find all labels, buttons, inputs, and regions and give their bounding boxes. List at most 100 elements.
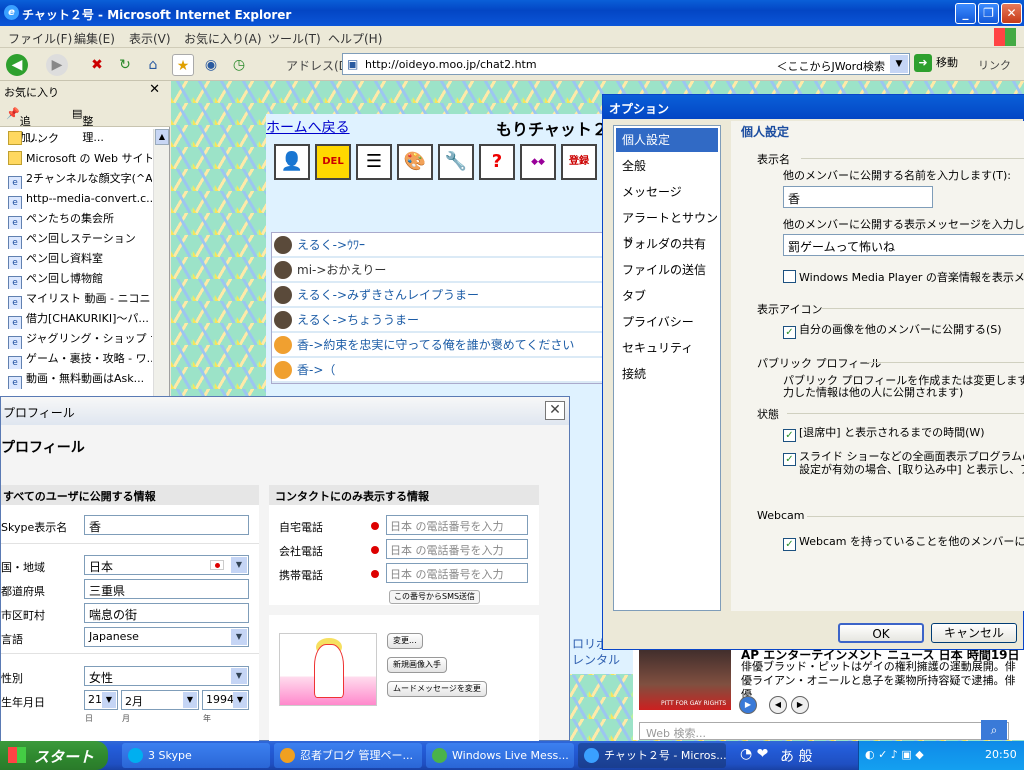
close-button[interactable]: ✕ [1001, 3, 1022, 24]
refresh-icon[interactable]: ↻ [114, 54, 136, 76]
show-picture-checkbox[interactable]: ✓ 自分の画像を他のメンバーに公開する(S) [783, 321, 1002, 339]
cancel-button[interactable]: キャンセル [931, 623, 1017, 643]
wmp-checkbox[interactable]: Windows Media Player の音楽情報を表示メッ [783, 269, 1024, 285]
history-icon[interactable]: ◷ [228, 54, 250, 76]
menu-file[interactable]: ファイル(F) [8, 30, 72, 47]
prev-icon[interactable]: ◀ [769, 696, 787, 714]
personal-message-input[interactable]: 罰ゲームって怖いね [783, 234, 1024, 256]
favorites-star-icon[interactable]: ★ [172, 54, 194, 76]
gender-select[interactable]: 女性 [84, 666, 249, 686]
nav-privacy[interactable]: プライバシー [616, 310, 718, 334]
taskbar: スタート 3 Skype 忍者ブログ 管理ペー... Windows Live … [0, 741, 1024, 770]
prefecture-input[interactable]: 三重県 [84, 579, 249, 599]
task-ninja-blog[interactable]: 忍者ブログ 管理ペー... [274, 743, 422, 768]
nav-folder-sharing[interactable]: フォルダの共有 [616, 232, 718, 256]
log-icon[interactable]: ☰ [356, 144, 392, 180]
nav-tabs[interactable]: タブ [616, 284, 718, 308]
birth-month-select[interactable]: 2月 [121, 690, 199, 710]
media-icon[interactable]: ◉ [200, 54, 222, 76]
home-phone-input[interactable]: 日本 の電話番号を入力 [386, 515, 528, 535]
members-icon[interactable]: 👤 [274, 144, 310, 180]
organize-favorites-button[interactable]: ▤ 整理... [72, 107, 104, 144]
minimize-button[interactable]: _ [955, 3, 976, 24]
address-dropdown-icon[interactable]: ▼ [890, 55, 908, 73]
task-skype[interactable]: 3 Skype [122, 743, 270, 768]
nav-general[interactable]: 全般 [616, 154, 718, 178]
delete-icon[interactable]: DEL [315, 144, 351, 180]
add-favorite-button[interactable]: 📌 追加... [6, 107, 41, 144]
scroll-up-icon[interactable]: ▲ [155, 129, 169, 145]
menu-help[interactable]: ヘルプ(H) [328, 30, 382, 47]
language-select[interactable]: Japanese [84, 627, 249, 647]
links-label[interactable]: リンク [978, 57, 1011, 73]
play-icon[interactable]: ▶ [739, 696, 757, 714]
tray-icons[interactable]: ◐ ✓ ♪ ▣ ◆ [865, 748, 924, 761]
news-image[interactable]: PITT FOR GAY RIGHTS [639, 646, 731, 710]
work-phone-input[interactable]: 日本 の電話番号を入力 [386, 539, 528, 559]
nav-security[interactable]: セキュリティ [616, 336, 718, 360]
mood-message-button[interactable]: ムードメッセージを変更 [387, 681, 487, 697]
birth-year-select[interactable]: 1994 [202, 690, 249, 710]
task-ie-chat[interactable]: チャット２号 - Micros... [578, 743, 726, 768]
birth-day-select[interactable]: 21 [84, 690, 118, 710]
favorite-item[interactable]: eジャグリング・ショップ ナ... [0, 329, 152, 349]
nav-personal[interactable]: 個人設定 [616, 128, 718, 152]
maximize-button[interactable]: ❐ [978, 3, 999, 24]
profile-close-button[interactable]: ✕ [545, 401, 565, 420]
favorite-item[interactable]: e ゲーム・裏技・攻略 - ワ... [0, 349, 152, 369]
favorite-item[interactable]: e2チャンネルな顔文字(^A^) [0, 169, 152, 189]
settings-wrench-icon[interactable]: 🔧 [438, 144, 474, 180]
display-name-input[interactable]: 香 [783, 186, 933, 208]
nav-alerts-sounds[interactable]: アラートとサウンド [616, 206, 718, 249]
favorite-item[interactable]: e ペンたちの集会所 [0, 209, 152, 229]
ime-indicator[interactable]: あ 般 [780, 746, 812, 766]
nav-connection[interactable]: 接続 [616, 362, 718, 386]
favorite-item[interactable]: e 動画・無料動画はAsk... [0, 369, 152, 389]
help-icon[interactable]: ? [479, 144, 515, 180]
country-select[interactable]: 日本 [84, 555, 249, 575]
nav-file-transfer[interactable]: ファイルの送信 [616, 258, 718, 282]
address-bar[interactable]: ▣ http://oideyo.moo.jp/chat2.htm ＜ここからJW… [342, 53, 910, 75]
menu-edit[interactable]: 編集(E) [74, 30, 115, 47]
home-link[interactable]: ホームへ戻る [266, 117, 350, 137]
jword-search[interactable]: ＜ここからJWord検索 [776, 58, 885, 74]
next-icon[interactable]: ▶ [791, 696, 809, 714]
member-list-icon[interactable]: ◆◆ [520, 144, 556, 180]
start-button[interactable]: スタート [0, 741, 108, 770]
go-button[interactable]: ➜ 移動 [914, 54, 974, 76]
skype-name-input[interactable]: 香 [84, 515, 249, 535]
ok-button[interactable]: OK [838, 623, 924, 643]
menu-tools[interactable]: ツール(T) [268, 30, 321, 47]
forward-icon[interactable]: ▶ [46, 54, 68, 76]
city-input[interactable]: 喘息の街 [84, 603, 249, 623]
profile-picture[interactable] [279, 633, 377, 706]
favorite-item[interactable]: eマイリスト 動画 - ニコニコ... [0, 289, 152, 309]
favorite-item[interactable]: リンク [0, 129, 152, 149]
sms-button[interactable]: この番号からSMS送信 [389, 590, 481, 604]
favorite-item[interactable]: e ペン回しステーション [0, 229, 152, 249]
webcam-checkbox[interactable]: ✓Webcam を持っていることを他のメンバーに知らせ [783, 533, 1024, 551]
change-picture-button[interactable]: 変更... [387, 633, 423, 649]
task-live-messenger[interactable]: Windows Live Mess... [426, 743, 574, 768]
home-icon[interactable]: ⌂ [142, 54, 164, 76]
back-icon[interactable]: ◀ [6, 54, 28, 76]
mobile-phone-input[interactable]: 日本 の電話番号を入力 [386, 563, 528, 583]
favorite-item[interactable]: Microsoft の Web サイト [0, 149, 152, 169]
palette-icon[interactable]: 🎨 [397, 144, 433, 180]
menu-view[interactable]: 表示(V) [129, 30, 171, 47]
menu-favorites[interactable]: お気に入り(A) [184, 30, 262, 47]
flag-icon [371, 546, 379, 554]
search-icon[interactable]: ⌕ [981, 720, 1007, 740]
favorite-item[interactable]: e ペン回し資料室 [0, 249, 152, 269]
new-picture-button[interactable]: 新規画像入手 [387, 657, 447, 673]
favorite-item[interactable]: e ペン回し博物館 [0, 269, 152, 289]
nav-messages[interactable]: メッセージ [616, 180, 718, 204]
favorite-item[interactable]: e http--media-convert.c... [0, 189, 152, 209]
web-search-input[interactable]: Web 検索... [639, 722, 1009, 740]
favorites-close-icon[interactable]: ✕ [149, 82, 160, 97]
favorite-item[interactable]: e 借力[CHAKURIKI]～パ... [0, 309, 152, 329]
stop-icon[interactable]: ✖ [86, 54, 108, 76]
quicklaunch-icons[interactable]: ◔ ❤ [740, 746, 768, 762]
register-icon[interactable]: 登録 [561, 144, 597, 180]
away-checkbox[interactable]: ✓ [退席中] と表示されるまでの時間(W) [783, 424, 985, 442]
